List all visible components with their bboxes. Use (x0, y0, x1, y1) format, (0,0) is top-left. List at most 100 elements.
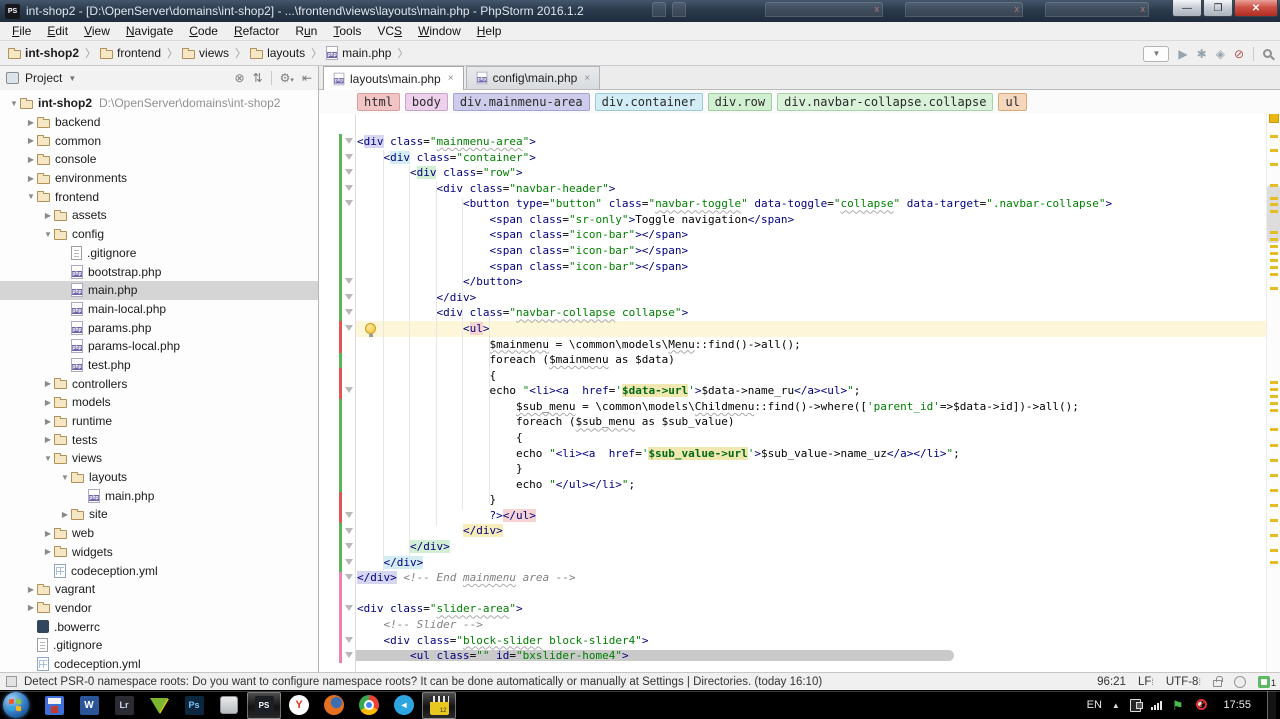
menu-item-help[interactable]: Help (469, 23, 510, 39)
code-line[interactable]: <div class="slider-area"> (357, 601, 1266, 617)
menu-item-code[interactable]: Code (181, 23, 226, 39)
taskbar-icon-firefox[interactable] (317, 692, 351, 719)
tree-item-vagrant[interactable]: ▶vagrant (0, 580, 318, 599)
code-line[interactable]: <div class="container"> (357, 150, 1266, 166)
warning-stripe-mark[interactable] (1270, 534, 1278, 537)
collapse-arrow-icon[interactable]: ▼ (8, 99, 20, 108)
code-line[interactable]: echo "<li><a href='$data->url'>$data->na… (357, 383, 1266, 399)
caret-position[interactable]: 96:21 (1097, 676, 1126, 688)
warning-stripe-mark[interactable] (1270, 238, 1278, 241)
fold-marker-icon[interactable] (345, 543, 353, 549)
code-line[interactable]: <span class="icon-bar"></span> (357, 259, 1266, 275)
warning-stripe-mark[interactable] (1270, 489, 1278, 492)
tree-item-widgets[interactable]: ▶widgets (0, 543, 318, 562)
code-line[interactable]: } (357, 492, 1266, 508)
start-button[interactable] (3, 692, 29, 718)
vertical-scrollbar-thumb[interactable] (1267, 185, 1280, 243)
code-line[interactable]: foreach ($mainmenu as $data) (357, 352, 1266, 368)
fold-marker-icon[interactable] (345, 325, 353, 331)
warning-stripe-mark[interactable] (1270, 561, 1278, 564)
warning-stripe-mark[interactable] (1270, 266, 1278, 269)
taskbar-icon-lightroom[interactable]: Lr (107, 692, 141, 719)
warning-stripe-mark[interactable] (1270, 459, 1278, 462)
code-line[interactable]: echo "</ul></li>"; (357, 477, 1266, 493)
tree-item-runtime[interactable]: ▶runtime (0, 412, 318, 431)
tag-breadcrumb-body[interactable]: body (405, 93, 448, 111)
taskbar-icon-photoshop[interactable]: Ps (177, 692, 211, 719)
fold-marker-icon[interactable] (345, 278, 353, 284)
tag-breadcrumb-div.navbar-collapse.collapse[interactable]: div.navbar-collapse.collapse (777, 93, 993, 111)
expand-arrow-icon[interactable]: ▶ (25, 118, 37, 127)
run-configuration-combo[interactable]: ▼ (1143, 46, 1169, 62)
tree-item-views[interactable]: ▼views (0, 449, 318, 468)
expand-arrow-icon[interactable]: ▶ (42, 529, 54, 538)
collapse-arrow-icon[interactable]: ▼ (42, 454, 54, 463)
tree-item-main.php[interactable]: main.php (0, 486, 318, 505)
show-desktop-button[interactable] (1267, 691, 1276, 719)
warning-stripe-mark[interactable] (1270, 163, 1278, 166)
warning-stripe-mark[interactable] (1270, 287, 1278, 290)
tree-item-.gitignore[interactable]: .gitignore (0, 636, 318, 655)
maximize-button[interactable]: ❐ (1203, 0, 1233, 17)
collapse-all-icon[interactable]: ⊗ (235, 71, 245, 85)
breadcrumb-views[interactable]: views (182, 46, 229, 60)
warning-stripe-mark[interactable] (1270, 149, 1278, 152)
warning-stripe-mark[interactable] (1270, 252, 1278, 255)
warning-stripe-mark[interactable] (1270, 184, 1278, 187)
settings-gear-icon[interactable]: ⚙▾ (280, 71, 294, 85)
code-line[interactable]: foreach ($sub_menu as $sub_value) (357, 414, 1266, 430)
status-message[interactable]: Detect PSR-0 namespace roots: Do you wan… (24, 676, 822, 688)
code-line[interactable]: ?></ul> (357, 508, 1266, 524)
tree-item-layouts[interactable]: ▼layouts (0, 468, 318, 487)
tab-close-icon[interactable]: × (448, 73, 454, 84)
error-stripe[interactable] (1266, 114, 1280, 672)
code-line[interactable]: $mainmenu = \common\models\Menu::find()-… (357, 337, 1266, 353)
menu-item-view[interactable]: View (76, 23, 118, 39)
code-line[interactable]: <span class="sr-only">Toggle navigation<… (357, 212, 1266, 228)
hidden-icons-arrow[interactable]: ▲ (1112, 701, 1120, 710)
code-line[interactable]: <ul> (357, 321, 1266, 337)
editor-tab-config-main.php[interactable]: config\main.php× (466, 66, 601, 89)
tree-item-main.php[interactable]: main.php (0, 281, 318, 300)
code-line[interactable]: } (357, 461, 1266, 477)
menu-item-refactor[interactable]: Refactor (226, 23, 287, 39)
fold-marker-icon[interactable] (345, 309, 353, 315)
tag-breadcrumb-ul[interactable]: ul (998, 93, 1026, 111)
line-ending-selector[interactable]: LF⁞ (1138, 676, 1154, 688)
search-everywhere-icon[interactable] (1263, 49, 1272, 58)
tree-item-codeception.yml[interactable]: codeception.yml (0, 655, 318, 672)
debug-icon[interactable]: ✱ (1197, 48, 1207, 60)
warning-stripe-mark[interactable] (1270, 245, 1278, 248)
warning-stripe-mark[interactable] (1270, 444, 1278, 447)
tree-item-site[interactable]: ▶site (0, 505, 318, 524)
inspection-indicator[interactable] (1269, 114, 1279, 123)
warning-stripe-mark[interactable] (1270, 402, 1278, 405)
hector-inspection-icon[interactable] (1234, 676, 1246, 688)
tree-item-backend[interactable]: ▶backend (0, 113, 318, 132)
expand-arrow-icon[interactable]: ▶ (42, 398, 54, 407)
expand-arrow-icon[interactable]: ▶ (25, 603, 37, 612)
expand-arrow-icon[interactable]: ▶ (42, 547, 54, 556)
coverage-icon[interactable]: ◈ (1216, 48, 1225, 60)
warning-stripe-mark[interactable] (1270, 231, 1278, 234)
tree-item-vendor[interactable]: ▶vendor (0, 599, 318, 618)
tree-item-tests[interactable]: ▶tests (0, 430, 318, 449)
action-center-flag-icon[interactable]: ⚑ (1172, 699, 1184, 712)
tree-item-controllers[interactable]: ▶controllers (0, 374, 318, 393)
code-line[interactable] (357, 586, 1266, 602)
scroll-from-source-icon[interactable]: ⇅ (253, 71, 263, 85)
code-line[interactable]: <button type="button" class="navbar-togg… (357, 196, 1266, 212)
taskbar-icon-green-triangle-app[interactable] (142, 692, 176, 719)
expand-arrow-icon[interactable]: ▶ (42, 211, 54, 220)
power-plug-tray-icon[interactable] (1130, 699, 1141, 712)
menu-item-file[interactable]: File (4, 23, 39, 39)
code-line[interactable]: <!-- Slider --> (357, 617, 1266, 633)
expand-arrow-icon[interactable]: ▶ (25, 136, 37, 145)
warning-stripe-mark[interactable] (1270, 474, 1278, 477)
readonly-lock-icon[interactable] (1213, 680, 1222, 687)
expand-arrow-icon[interactable]: ▶ (25, 585, 37, 594)
tree-item-config[interactable]: ▼config (0, 225, 318, 244)
fold-marker-icon[interactable] (345, 200, 353, 206)
taskbar-icon-yandex-browser[interactable]: Y (282, 692, 316, 719)
event-log-icon[interactable] (6, 676, 17, 687)
